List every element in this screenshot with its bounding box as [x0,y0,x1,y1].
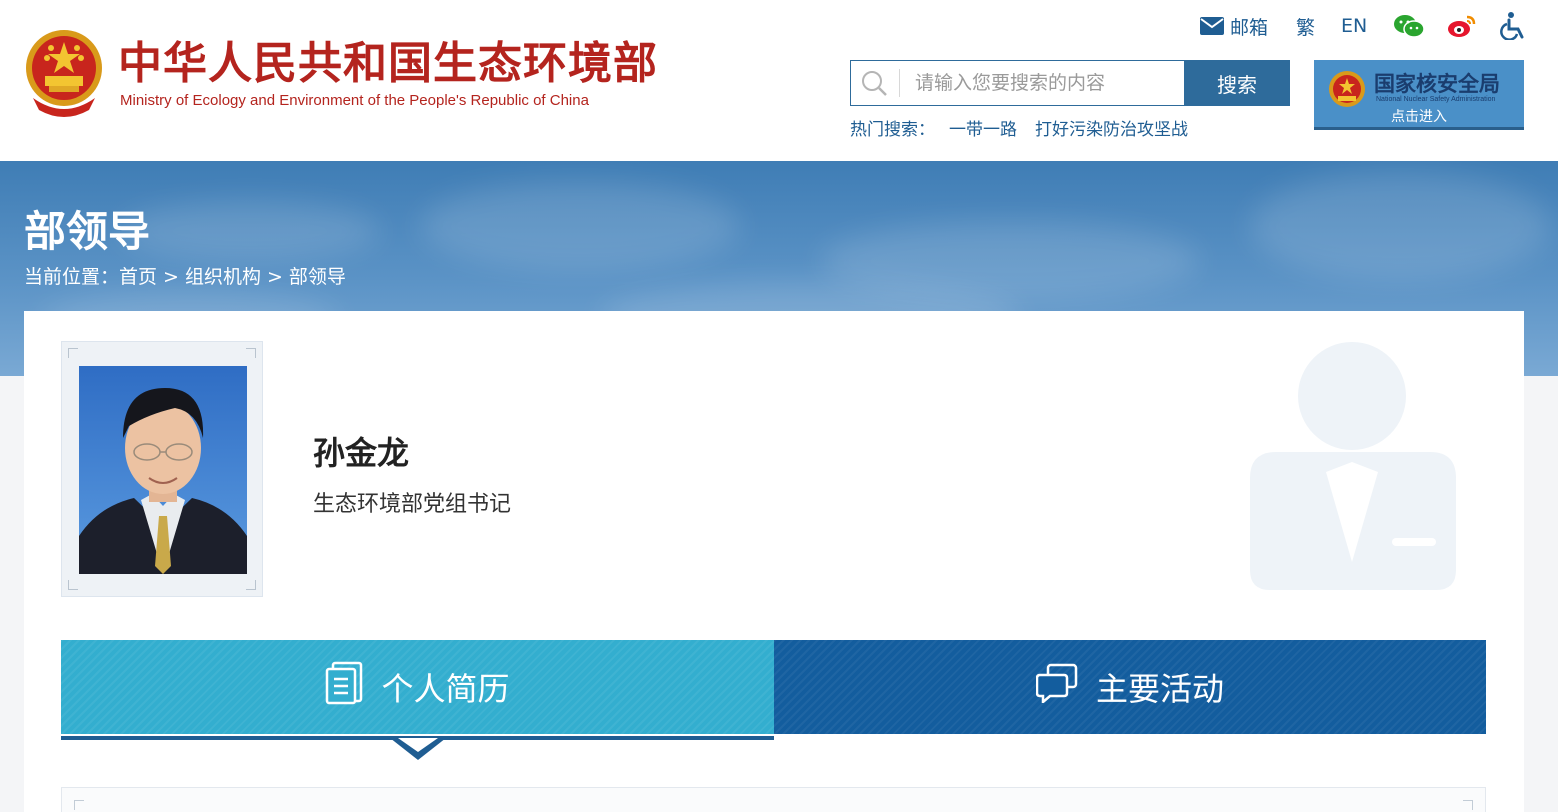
hot-search-item[interactable]: 一带一路 [949,120,1017,140]
tab-resume[interactable]: 个人简历 [61,640,774,734]
breadcrumb-separator: > [163,266,179,288]
site-logo-subtitle[interactable]: Ministry of Ecology and Environment of t… [120,92,589,109]
site-header: 中华人民共和国生态环境部 Ministry of Ecology and Env… [0,0,1558,161]
breadcrumb-prefix: 当前位置： [24,266,120,288]
breadcrumb-separator: > [266,266,283,288]
leader-photo [79,366,247,574]
page-title: 部领导 [24,207,151,256]
mail-icon [1200,16,1224,36]
tab-resume-label: 个人简历 [381,670,510,708]
leader-name: 孙金龙 [313,434,410,472]
mail-link[interactable]: 邮箱 [1200,10,1268,42]
nnsa-enter-label: 点击进入 [1391,109,1447,125]
document-icon [325,661,381,713]
search-box: 搜索 [850,60,1290,106]
tab-content-panel [61,787,1486,812]
nnsa-emblem-icon [1328,70,1366,110]
hot-search-item[interactable]: 打好污染防治攻坚战 [1035,120,1188,140]
nnsa-banner-link[interactable]: 国家核安全局 National Nuclear Safety Administr… [1314,60,1524,130]
site-logo-title[interactable]: 中华人民共和国生态环境部 [118,38,658,90]
mail-label: 邮箱 [1230,16,1269,39]
leader-position: 生态环境部党组书记 [313,492,512,517]
search-icon [851,61,897,105]
tab-activities[interactable]: 主要活动 [774,640,1486,734]
top-links: 邮箱 繁 EN [0,10,1558,42]
search-divider [899,69,900,97]
search-input[interactable] [907,61,1177,105]
weibo-icon[interactable] [1447,10,1477,42]
search-button[interactable]: 搜索 [1184,60,1290,106]
hot-search-label: 热门搜索： [850,120,935,140]
breadcrumb-organization[interactable]: 组织机构 [185,266,261,288]
tab-activities-label: 主要活动 [1095,670,1224,708]
nnsa-title: 国家核安全局 [1374,72,1500,96]
wechat-icon[interactable] [1393,10,1425,42]
hot-search: 热门搜索： 一带一路 打好污染防治攻坚战 [850,115,1198,140]
person-silhouette-icon [1248,340,1458,595]
chat-bubbles-icon [1035,663,1096,711]
breadcrumb: 当前位置：首页 > 组织机构 > 部领导 [24,262,346,289]
accessibility-icon[interactable] [1500,10,1526,42]
nnsa-subtitle: National Nuclear Safety Administration [1376,96,1496,103]
breadcrumb-current[interactable]: 部领导 [289,266,346,288]
traditional-chinese-link[interactable]: 繁 [1296,10,1315,42]
english-link[interactable]: EN [1341,10,1367,42]
breadcrumb-home[interactable]: 首页 [119,266,157,288]
